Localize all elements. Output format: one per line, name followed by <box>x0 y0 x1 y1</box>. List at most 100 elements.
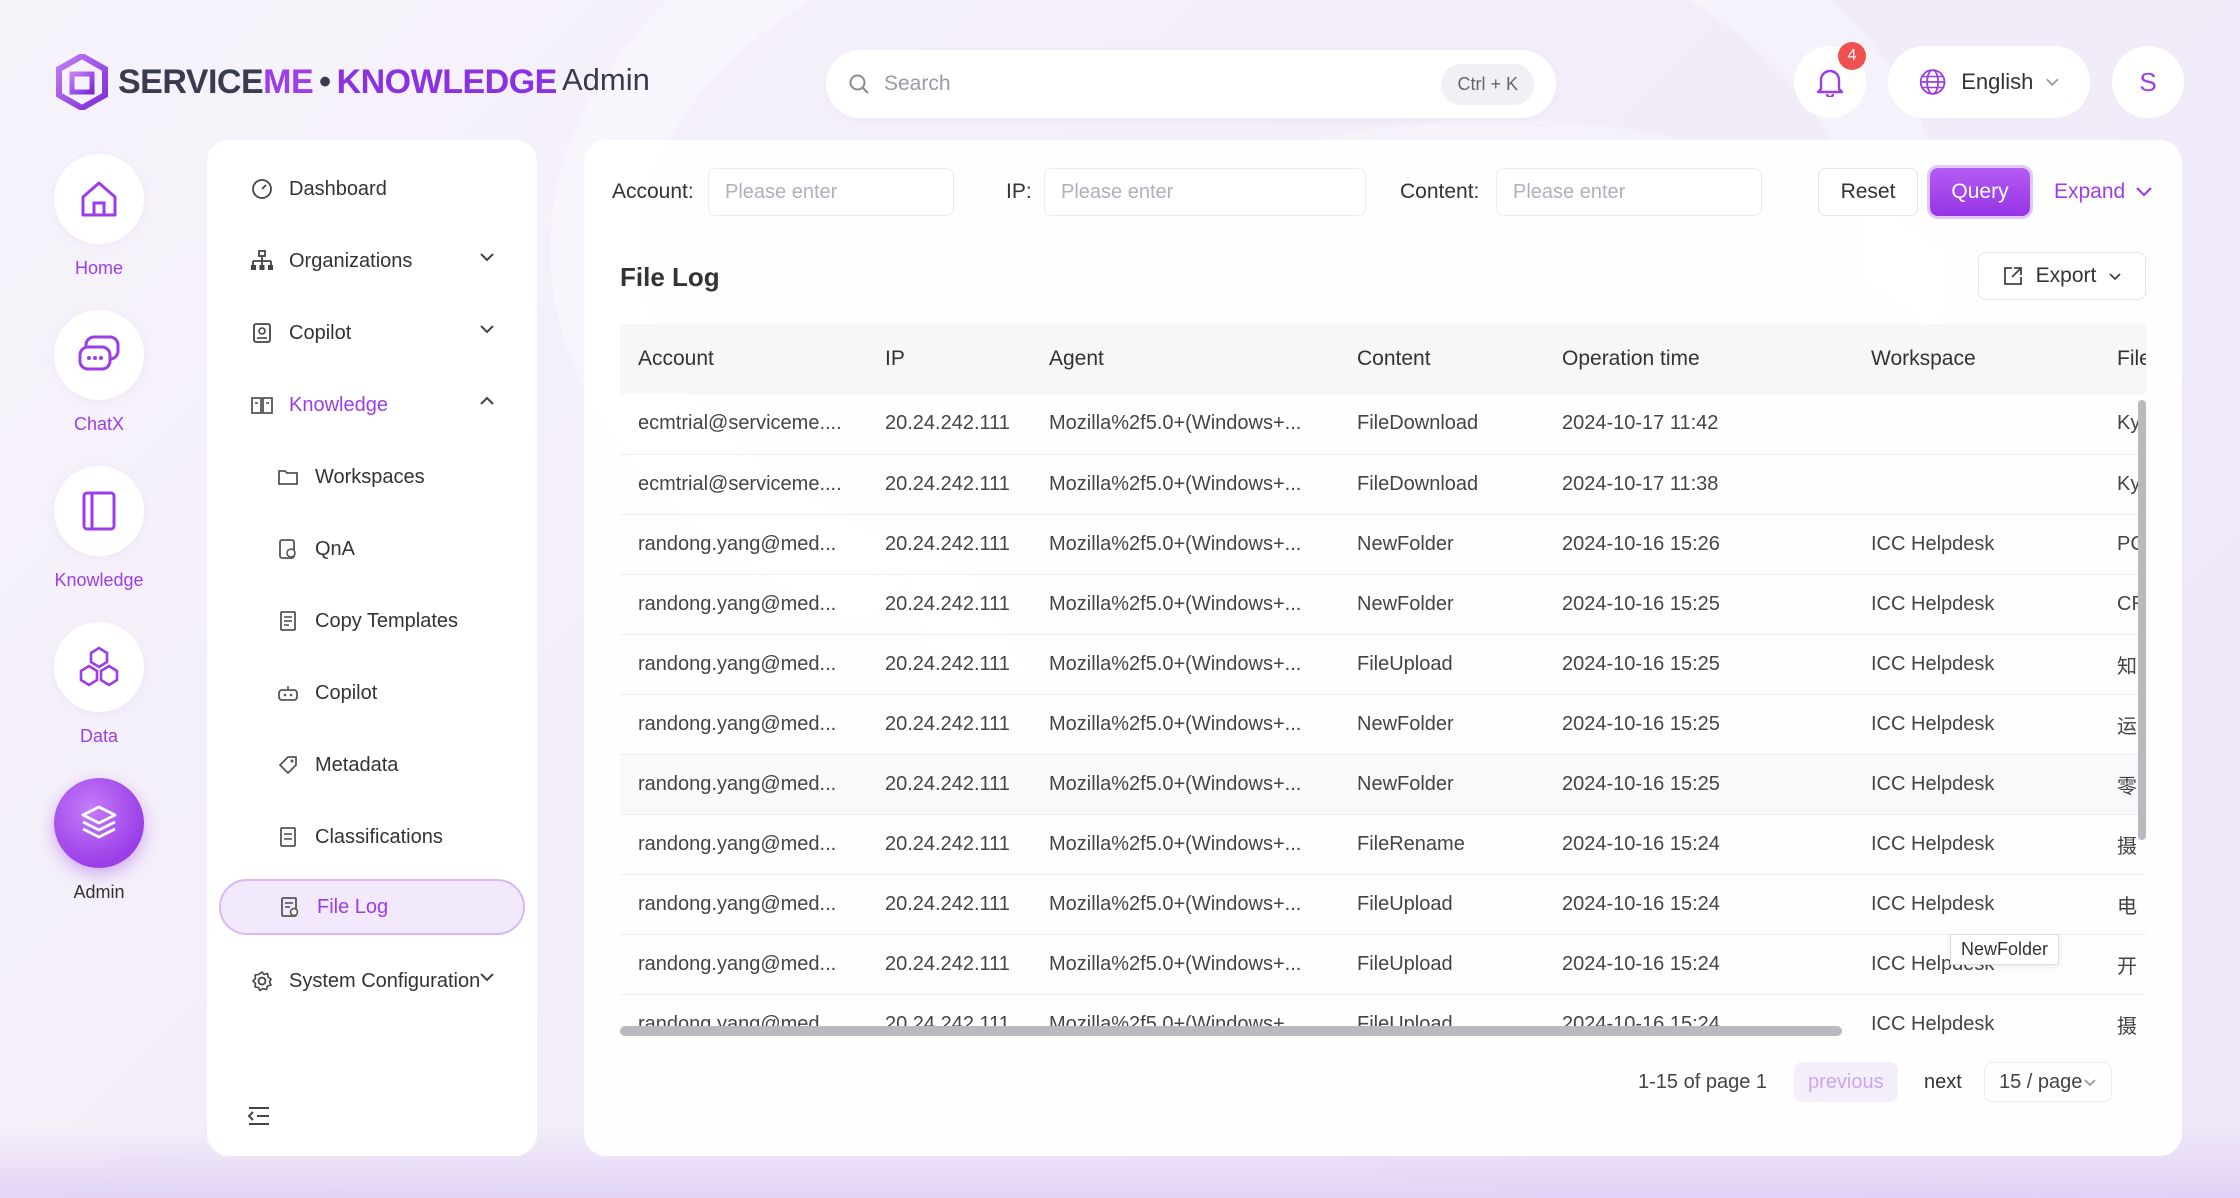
language-select[interactable]: English <box>1888 46 2090 118</box>
cell-agent: Mozilla%2f5.0+(Windows+... <box>1031 754 1339 815</box>
admin-sidebar: Dashboard Organizations Copilot Knowledg… <box>207 140 537 1156</box>
sidebar-item-label: Classifications <box>315 825 443 848</box>
cell-account: ecmtrial@serviceme.... <box>620 454 867 515</box>
query-button[interactable]: Query <box>1930 168 2030 216</box>
sidebar-item-copilot-sub[interactable]: Copilot <box>219 665 525 721</box>
notification-badge: 4 <box>1838 42 1866 70</box>
language-label: English <box>1961 69 2034 94</box>
horizontal-scrollbar[interactable] <box>620 1026 1842 1036</box>
table-row[interactable]: ecmtrial@serviceme.... 20.24.242.111 Mozil… <box>620 454 2146 515</box>
robot-icon <box>278 686 298 701</box>
cell-file: 摄 <box>2099 994 2146 1036</box>
account-filter-label: Account: <box>612 180 694 203</box>
expand-label: Expand <box>2054 180 2126 203</box>
cell-ip: 20.24.242.111 <box>867 934 1031 995</box>
next-page-button[interactable]: next <box>1910 1062 1976 1102</box>
app-logo[interactable]: SERVICEME • KNOWLEDGE <box>56 52 557 112</box>
sidebar-item-metadata[interactable]: Metadata <box>219 737 525 793</box>
sidebar-item-file-log[interactable]: File Log <box>219 879 525 935</box>
column-header-content[interactable]: Content <box>1339 324 1544 394</box>
cell-account: ecmtrial@serviceme.... <box>620 394 867 455</box>
chevron-down-icon <box>2109 272 2121 280</box>
cell-workspace: ICC Helpdesk <box>1853 754 2099 815</box>
gear-icon <box>252 971 272 992</box>
cell-agent: Mozilla%2f5.0+(Windows+... <box>1031 934 1339 995</box>
export-label: Export <box>2035 264 2097 287</box>
rail-knowledge[interactable]: Knowledge <box>54 466 144 591</box>
cell-operation-time: 2024-10-16 15:25 <box>1544 754 1853 815</box>
page-title: Admin <box>562 62 650 97</box>
table-row[interactable]: randong.yang@med... 20.24.242.111 Mozilla%… <box>620 934 2146 995</box>
file-log-table: Account IP Agent Content Operation time … <box>620 324 2146 1036</box>
cell-ip: 20.24.242.111 <box>867 634 1031 695</box>
cell-workspace: ICC Helpdesk <box>1853 634 2099 695</box>
sidebar-item-organizations[interactable]: Organizations <box>219 233 525 289</box>
column-header-workspace[interactable]: Workspace <box>1853 324 2099 394</box>
sidebar-item-dashboard[interactable]: Dashboard <box>219 161 525 217</box>
cell-account: randong.yang@med... <box>620 934 867 995</box>
cell-operation-time: 2024-10-17 11:38 <box>1544 454 1853 515</box>
sidebar-item-label: File Log <box>317 895 389 918</box>
content-input[interactable]: Please enter <box>1496 168 1762 216</box>
sidebar-item-label: Copilot <box>289 321 352 344</box>
column-header-agent[interactable]: Agent <box>1031 324 1339 394</box>
content-tooltip: NewFolder <box>1950 934 2060 965</box>
vertical-scrollbar[interactable] <box>2138 400 2146 840</box>
column-header-ip[interactable]: IP <box>867 324 1031 394</box>
table-row[interactable]: randong.yang@med... 20.24.242.111 Mozilla%… <box>620 874 2146 935</box>
template-icon <box>280 611 296 631</box>
table-row[interactable]: randong.yang@med... 20.24.242.111 Mozilla%… <box>620 694 2146 755</box>
page-size-select[interactable]: 15 / page <box>1984 1062 2112 1102</box>
table-row[interactable]: randong.yang@med... 20.24.242.111 Mozilla%… <box>620 514 2146 575</box>
rail-chatx[interactable]: ChatX <box>54 310 144 435</box>
search-input[interactable]: Search Ctrl + K <box>826 50 1556 118</box>
rail-data-label: Data <box>79 726 119 746</box>
rail-data[interactable]: Data <box>54 622 144 747</box>
export-button[interactable]: Export <box>1978 252 2146 300</box>
sidebar-item-workspaces[interactable]: Workspaces <box>219 449 525 505</box>
account-input[interactable]: Please enter <box>708 168 954 216</box>
cell-workspace: ICC Helpdesk <box>1853 874 2099 935</box>
cell-account: randong.yang@med... <box>620 514 867 575</box>
rail-home[interactable]: Home <box>54 154 144 279</box>
ip-input[interactable]: Please enter <box>1044 168 1366 216</box>
rail-admin[interactable]: Admin <box>54 778 144 903</box>
copilot-icon <box>253 323 271 343</box>
table-row[interactable]: randong.yang@med... 20.24.242.111 Mozilla%… <box>620 634 2146 695</box>
table-row[interactable]: randong.yang@med... 20.24.242.111 Mozilla%… <box>620 574 2146 635</box>
logo-cube-icon <box>56 54 108 110</box>
sidebar-item-system-configuration[interactable]: System Configuration <box>219 953 525 1009</box>
column-header-file[interactable]: File <box>2099 324 2146 394</box>
table-row[interactable]: randong.yang@med... 20.24.242.111 Mozilla%… <box>620 754 2146 815</box>
reset-button[interactable]: Reset <box>1818 168 1918 216</box>
previous-page-button[interactable]: previous <box>1794 1062 1898 1102</box>
table-row[interactable]: ecmtrial@serviceme.... 20.24.242.111 Mozil… <box>620 394 2146 455</box>
file-log-icon <box>281 897 299 917</box>
rail-home-label: Home <box>74 258 123 278</box>
user-avatar[interactable]: S <box>2112 46 2184 118</box>
sidebar-item-copilot[interactable]: Copilot <box>219 305 525 361</box>
rail-knowledge-label: Knowledge <box>54 570 144 590</box>
main-panel: Account: Please enter IP: Please enter C… <box>584 140 2182 1156</box>
rail-chatx-label: ChatX <box>73 414 125 434</box>
collapse-sidebar-icon[interactable] <box>247 1106 271 1126</box>
cell-account: randong.yang@med... <box>620 694 867 755</box>
cell-ip: 20.24.242.111 <box>867 454 1031 515</box>
globe-icon <box>1919 69 1946 95</box>
sidebar-item-label: Copilot <box>315 681 378 704</box>
sidebar-item-copy-templates[interactable]: Copy Templates <box>219 593 525 649</box>
column-header-account[interactable]: Account <box>620 324 867 394</box>
cell-account: randong.yang@med... <box>620 574 867 635</box>
sidebar-item-knowledge[interactable]: Knowledge <box>219 377 525 433</box>
expand-filters-button[interactable]: Expand <box>2054 180 2153 204</box>
sidebar-item-qna[interactable]: QnA <box>219 521 525 577</box>
tag-icon <box>279 756 297 774</box>
column-header-operation-time[interactable]: Operation time <box>1544 324 1853 394</box>
bell-icon <box>1816 69 1844 97</box>
cell-content: FileRename <box>1339 814 1544 875</box>
sidebar-item-label: Copy Templates <box>315 609 459 632</box>
table-row[interactable]: randong.yang@med... 20.24.242.111 Mozilla%… <box>620 814 2146 875</box>
sidebar-item-classifications[interactable]: Classifications <box>219 809 525 865</box>
cell-agent: Mozilla%2f5.0+(Windows+... <box>1031 634 1339 695</box>
cell-content: NewFolder <box>1339 754 1544 815</box>
